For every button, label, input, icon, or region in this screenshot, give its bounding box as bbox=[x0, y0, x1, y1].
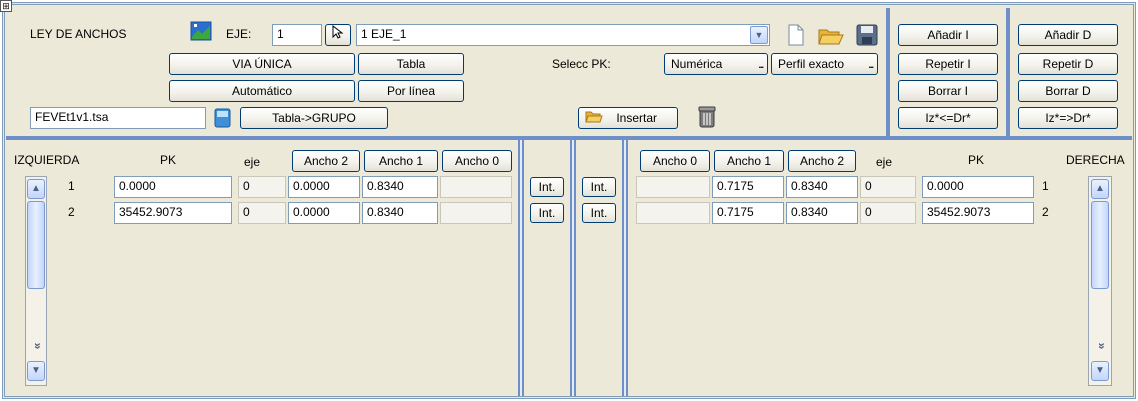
left-row-1-ancho0 bbox=[440, 176, 512, 198]
right-eje-header: eje bbox=[876, 155, 893, 169]
page-title: LEY DE ANCHOS bbox=[30, 27, 127, 41]
left-row-2-number: 2 bbox=[68, 205, 75, 219]
left-row-1-ancho1[interactable]: 0.8340 bbox=[362, 176, 438, 198]
tabla-grupo-button[interactable]: Tabla->GRUPO bbox=[240, 107, 388, 129]
right-pk-header: PK bbox=[968, 153, 985, 167]
perfil-exacto-label: Perfil exacto bbox=[778, 57, 845, 71]
chevron-down-icon[interactable]: ▼ bbox=[750, 26, 768, 44]
right-row-1-ancho1[interactable]: 0.7175 bbox=[712, 176, 784, 198]
insertar-button[interactable]: Insertar bbox=[578, 107, 678, 129]
insertar-label: Insertar bbox=[616, 111, 658, 125]
right-row-2-pk[interactable]: 35452.9073 bbox=[922, 202, 1034, 224]
right-row-1-pk[interactable]: 0.0000 bbox=[922, 176, 1034, 198]
via-unica-button[interactable]: VIA ÚNICA bbox=[169, 53, 355, 75]
new-file-icon[interactable] bbox=[786, 24, 806, 46]
perfil-exacto-ellipsis: ... bbox=[868, 60, 873, 70]
left-row-2-eje: 0 bbox=[238, 202, 286, 224]
repetir-i-button[interactable]: Repetir I bbox=[898, 53, 998, 75]
eje-select[interactable]: 1 EJE_1 ▼ bbox=[356, 24, 770, 46]
right-scroll-fast-down-icon[interactable]: » bbox=[1091, 337, 1109, 355]
right-row-2-eje: 0 bbox=[860, 202, 916, 224]
int-right-row-1-button[interactable]: Int. bbox=[582, 177, 616, 197]
left-row-1-ancho2[interactable]: 0.0000 bbox=[288, 176, 360, 198]
selecc-pk-label: Selecc PK: bbox=[552, 57, 611, 71]
left-ancho2-header[interactable]: Ancho 2 bbox=[292, 150, 360, 172]
left-row-2-pk[interactable]: 35452.9073 bbox=[114, 202, 232, 224]
left-row-2-ancho1[interactable]: 0.8340 bbox=[362, 202, 438, 224]
left-ancho0-header[interactable]: Ancho 0 bbox=[442, 150, 512, 172]
right-scrollbar[interactable]: ▲ » ▼ bbox=[1088, 176, 1112, 386]
copy-right-to-left-button[interactable]: Iz*<=Dr* bbox=[898, 107, 998, 129]
right-scroll-up-icon[interactable]: ▲ bbox=[1091, 179, 1109, 199]
left-row-1-pk[interactable]: 0.0000 bbox=[114, 176, 232, 198]
file-field[interactable]: FEVEt1v1.tsa bbox=[30, 107, 206, 129]
book-icon[interactable] bbox=[212, 107, 234, 129]
numerica-label: Numérica bbox=[671, 57, 723, 71]
numerica-ellipsis: ... bbox=[758, 60, 763, 70]
left-row-1-number: 1 bbox=[68, 179, 75, 193]
right-row-2-ancho2[interactable]: 0.8340 bbox=[786, 202, 858, 224]
pointer-button[interactable] bbox=[325, 24, 351, 46]
eje-input[interactable]: 1 bbox=[272, 24, 322, 46]
left-ancho1-header[interactable]: Ancho 1 bbox=[364, 150, 438, 172]
anadir-i-button[interactable]: Añadir I bbox=[898, 24, 998, 46]
info-graphic-icon[interactable] bbox=[190, 21, 212, 41]
right-ancho2-header[interactable]: Ancho 2 bbox=[788, 150, 856, 172]
derecha-label: DERECHA bbox=[1066, 153, 1125, 167]
int-right-row-2-button[interactable]: Int. bbox=[582, 203, 616, 223]
left-scroll-down-icon[interactable]: ▼ bbox=[27, 361, 45, 381]
copy-left-to-right-button[interactable]: Iz*=>Dr* bbox=[1018, 107, 1118, 129]
right-ancho0-header[interactable]: Ancho 0 bbox=[640, 150, 710, 172]
right-row-2-number: 2 bbox=[1042, 205, 1049, 219]
left-eje-header: eje bbox=[244, 155, 261, 169]
left-scrollbar[interactable]: ▲ » ▼ bbox=[25, 176, 47, 386]
left-scroll-thumb[interactable] bbox=[27, 201, 45, 289]
save-disk-icon[interactable] bbox=[856, 24, 878, 46]
right-scroll-down-icon[interactable]: ▼ bbox=[1091, 361, 1109, 381]
right-row-1-ancho0 bbox=[636, 176, 710, 198]
int-left-row-2-button[interactable]: Int. bbox=[530, 203, 564, 223]
folder-insert-icon bbox=[585, 109, 603, 128]
left-row-1-eje: 0 bbox=[238, 176, 286, 198]
por-linea-button[interactable]: Por línea bbox=[358, 80, 464, 102]
left-row-2-ancho0 bbox=[440, 202, 512, 224]
borrar-i-button[interactable]: Borrar I bbox=[898, 80, 998, 102]
right-ancho1-header[interactable]: Ancho 1 bbox=[714, 150, 784, 172]
left-scroll-fast-down-icon[interactable]: » bbox=[27, 337, 45, 355]
automatico-button[interactable]: Automático bbox=[169, 80, 355, 102]
right-row-1-eje: 0 bbox=[860, 176, 916, 198]
left-scroll-up-icon[interactable]: ▲ bbox=[27, 179, 45, 199]
borrar-d-button[interactable]: Borrar D bbox=[1018, 80, 1118, 102]
right-row-2-ancho0 bbox=[636, 202, 710, 224]
right-scroll-thumb[interactable] bbox=[1091, 201, 1109, 289]
eje-select-value: 1 EJE_1 bbox=[361, 27, 407, 41]
right-row-2-ancho1[interactable]: 0.7175 bbox=[712, 202, 784, 224]
repetir-d-button[interactable]: Repetir D bbox=[1018, 53, 1118, 75]
left-pk-header: PK bbox=[160, 153, 177, 167]
left-row-2-ancho2[interactable]: 0.0000 bbox=[288, 202, 360, 224]
perfil-exacto-button[interactable]: Perfil exacto ... bbox=[771, 53, 878, 75]
cursor-icon bbox=[332, 25, 344, 42]
open-folder-icon[interactable] bbox=[818, 24, 844, 46]
anadir-d-button[interactable]: Añadir D bbox=[1018, 24, 1118, 46]
pin-icon[interactable]: ⊞ bbox=[0, 0, 12, 12]
right-row-1-number: 1 bbox=[1042, 179, 1049, 193]
numerica-button[interactable]: Numérica ... bbox=[664, 53, 768, 75]
tabla-button[interactable]: Tabla bbox=[358, 53, 464, 75]
trash-icon[interactable] bbox=[696, 105, 718, 129]
int-left-row-1-button[interactable]: Int. bbox=[530, 177, 564, 197]
right-row-1-ancho2[interactable]: 0.8340 bbox=[786, 176, 858, 198]
izquierda-label: IZQUIERDA bbox=[14, 153, 80, 167]
eje-label: EJE: bbox=[226, 27, 252, 41]
